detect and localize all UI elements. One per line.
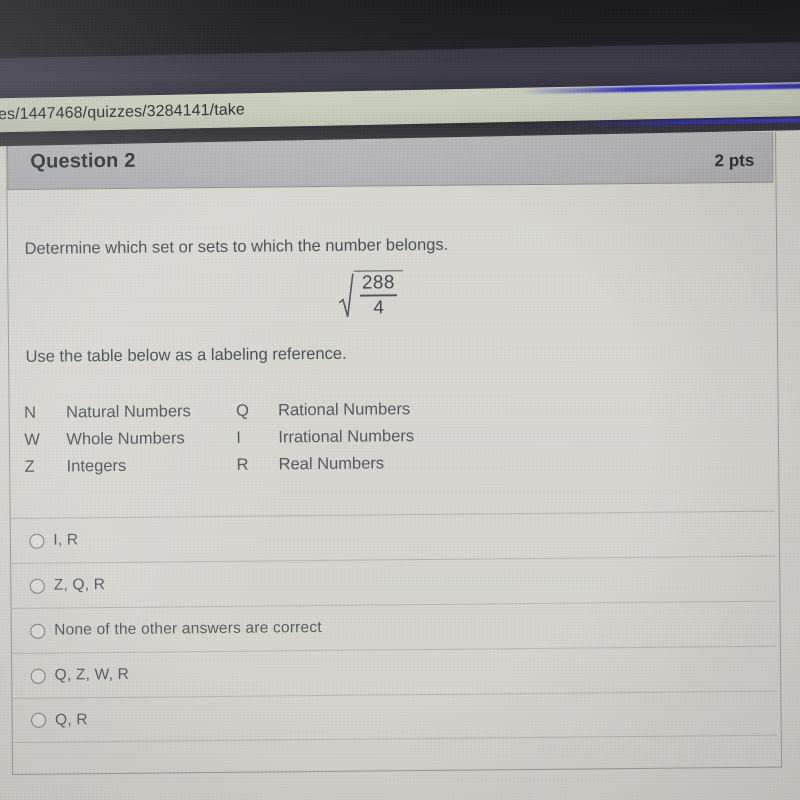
page-title: Question 2 xyxy=(30,149,136,173)
answer-option-5[interactable]: Q, R xyxy=(12,690,778,743)
radical-icon xyxy=(338,271,355,319)
question-subprompt: Use the table below as a labeling refere… xyxy=(25,344,347,366)
question-prompt: Determine which set or sets to which the… xyxy=(24,235,449,258)
answer-option-label: None of the other answers are correct xyxy=(54,619,322,639)
legend-label-whole-numbers: Whole Numbers xyxy=(66,429,185,449)
radio-button-icon[interactable] xyxy=(30,623,46,639)
photographed-screen: es/1447468/quizzes/3284141/take Question… xyxy=(0,0,800,800)
answer-option-label: Z, Q, R xyxy=(53,576,106,594)
legend-label-natural-numbers: Natural Numbers xyxy=(66,402,191,422)
legend-label-rational-numbers: Rational Numbers xyxy=(278,400,411,420)
legend-symbol-i: I xyxy=(236,428,242,447)
legend-label-real-numbers: Real Numbers xyxy=(278,454,385,474)
radio-button-icon[interactable] xyxy=(31,712,47,728)
legend-label-integers: Integers xyxy=(66,456,127,476)
math-expression-sqrt-288-over-4: 288 4 xyxy=(338,270,404,319)
radio-button-icon[interactable] xyxy=(30,668,46,684)
answer-option-3[interactable]: None of the other answers are correct xyxy=(11,600,777,653)
number-sets-legend: N Natural Numbers Q Rational Numbers W W… xyxy=(24,399,495,485)
radicand: 288 4 xyxy=(353,270,404,319)
answer-option-2[interactable]: Z, Q, R xyxy=(11,555,776,608)
answer-option-4[interactable]: Q, Z, W, R xyxy=(12,645,777,698)
legend-symbol-r: R xyxy=(236,455,249,474)
legend-label-irrational-numbers: Irrational Numbers xyxy=(278,427,415,447)
legend-row: Z Integers R Real Numbers xyxy=(25,453,495,485)
quiz-page: Question 2 2 pts Determine which set or … xyxy=(0,132,800,800)
legend-symbol-n: N xyxy=(24,403,37,422)
question-points: 2 pts xyxy=(714,150,755,171)
answer-option-label: I, R xyxy=(53,531,79,549)
radio-button-icon[interactable] xyxy=(29,578,45,594)
answer-option-label: Q, R xyxy=(54,710,88,729)
radio-button-icon[interactable] xyxy=(29,533,45,549)
fraction-numerator: 288 xyxy=(361,272,395,294)
fraction-denominator: 4 xyxy=(373,296,384,318)
legend-symbol-z: Z xyxy=(24,457,35,476)
answer-option-label: Q, Z, W, R xyxy=(54,665,130,684)
answer-option-1[interactable]: I, R xyxy=(11,510,776,563)
legend-symbol-w: W xyxy=(24,430,41,449)
legend-symbol-q: Q xyxy=(236,401,250,420)
url-text: es/1447468/quizzes/3284141/take xyxy=(0,101,246,124)
fraction-bar xyxy=(360,294,397,297)
answer-options-list: I, R Z, Q, R None of the other answers a… xyxy=(11,510,778,743)
fraction: 288 4 xyxy=(360,272,397,318)
